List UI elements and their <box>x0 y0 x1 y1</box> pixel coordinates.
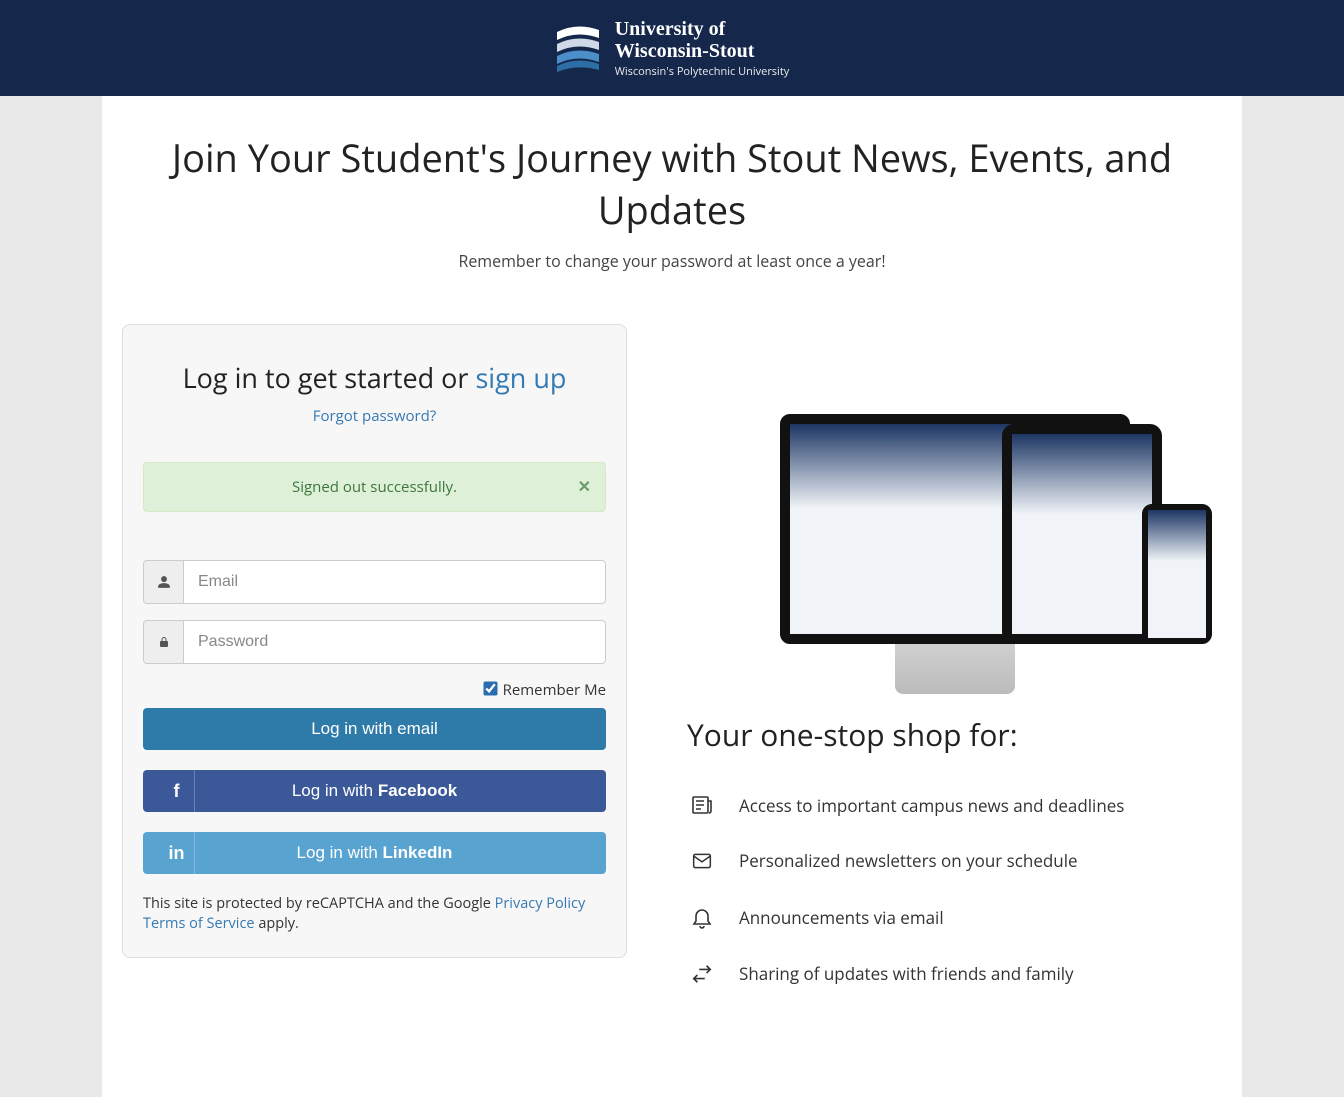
facebook-icon: f <box>159 770 195 812</box>
page-subtitle: Remember to change your password at leas… <box>122 250 1222 272</box>
logo-mark-icon <box>555 20 601 76</box>
feature-label: Sharing of updates with friends and fami… <box>739 962 1074 985</box>
device-phone-icon <box>1142 504 1212 644</box>
remember-me-row: Remember Me <box>143 680 606 700</box>
forgot-password-link[interactable]: Forgot password? <box>313 406 437 426</box>
alert-text: Signed out successfully. <box>292 477 457 497</box>
login-heading-text: Log in to get started or <box>183 359 476 396</box>
page-title: Join Your Student's Journey with Stout N… <box>122 132 1222 236</box>
terms-of-service-link[interactable]: Terms of Service <box>143 914 255 933</box>
feature-label: Personalized newsletters on your schedul… <box>739 849 1078 872</box>
lock-icon <box>143 620 183 664</box>
alert-close-button[interactable]: ✕ <box>578 475 591 497</box>
login-card: Log in to get started or sign up Forgot … <box>122 324 627 958</box>
remember-me-label: Remember Me <box>503 680 606 700</box>
feature-label: Announcements via email <box>739 906 944 929</box>
bell-icon <box>687 904 717 930</box>
email-field[interactable] <box>183 560 606 604</box>
login-facebook-button[interactable]: f Log in with Facebook <box>143 770 606 812</box>
user-icon <box>143 560 183 604</box>
remember-me-checkbox[interactable] <box>483 681 497 695</box>
device-tablet-icon <box>1002 424 1162 644</box>
login-email-label: Log in with email <box>311 719 438 739</box>
login-email-button[interactable]: Log in with email <box>143 708 606 750</box>
feature-item: Announcements via email <box>687 904 1222 930</box>
remember-me-label-wrap[interactable]: Remember Me <box>484 680 606 700</box>
brand-line1: University of <box>615 18 790 40</box>
signup-link[interactable]: sign up <box>475 359 566 396</box>
info-heading: Your one-stop shop for: <box>687 714 1222 755</box>
feature-item: Access to important campus news and dead… <box>687 793 1222 817</box>
close-icon: ✕ <box>578 475 591 497</box>
login-linkedin-button[interactable]: in Log in with LinkedIn <box>143 832 606 874</box>
password-field[interactable] <box>183 620 606 664</box>
devices-illustration <box>687 324 1222 644</box>
recaptcha-notice: This site is protected by reCAPTCHA and … <box>143 894 606 935</box>
alert-success: Signed out successfully. ✕ <box>143 462 606 512</box>
news-icon <box>687 793 717 817</box>
linkedin-icon: in <box>159 832 195 874</box>
feature-item: Personalized newsletters on your schedul… <box>687 849 1222 872</box>
feature-item: Sharing of updates with friends and fami… <box>687 962 1222 985</box>
login-heading: Log in to get started or sign up <box>143 359 606 396</box>
info-column: Your one-stop shop for: Access to import… <box>687 324 1222 1017</box>
envelope-icon <box>687 851 717 871</box>
email-group <box>143 560 606 604</box>
brand-text: University of Wisconsin-Stout Wisconsin'… <box>615 18 790 78</box>
brand-tagline: Wisconsin's Polytechnic University <box>615 66 790 78</box>
page-container: Join Your Student's Journey with Stout N… <box>102 96 1242 1097</box>
feature-label: Access to important campus news and dead… <box>739 794 1124 817</box>
brand-line2: Wisconsin-Stout <box>615 40 790 62</box>
privacy-policy-link[interactable]: Privacy Policy <box>495 894 586 913</box>
password-group <box>143 620 606 664</box>
site-header: University of Wisconsin-Stout Wisconsin'… <box>0 0 1344 96</box>
li-prefix: Log in with <box>297 843 383 862</box>
fb-brand: Facebook <box>378 781 457 800</box>
fb-prefix: Log in with <box>292 781 378 800</box>
li-brand: LinkedIn <box>383 843 453 862</box>
share-icon <box>687 963 717 985</box>
brand-logo[interactable]: University of Wisconsin-Stout Wisconsin'… <box>555 18 790 78</box>
